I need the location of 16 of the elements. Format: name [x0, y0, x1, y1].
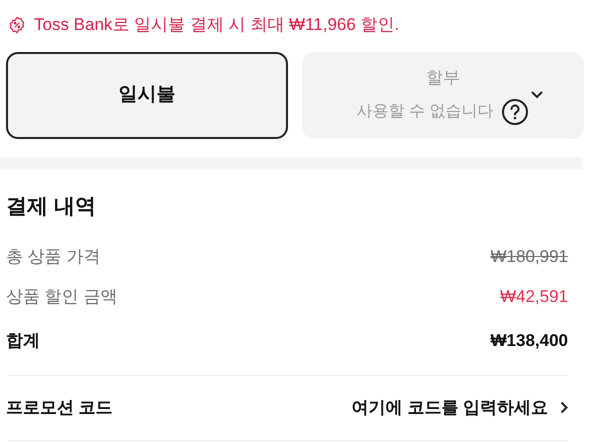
option-label: 할부: [426, 66, 460, 89]
summary-value: ₩138,400: [490, 330, 568, 352]
promo-code-link[interactable]: 여기에 코드를 입력하세요: [352, 394, 568, 420]
discount-icon: [8, 16, 26, 34]
promo-banner-text: Toss Bank로 일시불 결제 시 최대 ₩11,966 할인.: [34, 14, 400, 36]
section-title: 결제 내역: [6, 194, 97, 220]
promo-code-label: 프로모션 코드: [6, 396, 113, 419]
summary-label: 총 상품 가격: [6, 246, 100, 268]
summary-label: 합계: [6, 330, 40, 352]
payment-option[interactable]: 일시불: [6, 52, 288, 139]
chevron-right-icon: [560, 401, 568, 414]
option-note: 사용할 수 없습니다: [356, 102, 494, 122]
summary-value: ₩180,991: [490, 246, 568, 268]
summary-label: 상품 할인 금액: [6, 286, 118, 308]
option-label: 일시불: [118, 83, 176, 108]
summary-value: ₩42,591: [500, 286, 568, 308]
